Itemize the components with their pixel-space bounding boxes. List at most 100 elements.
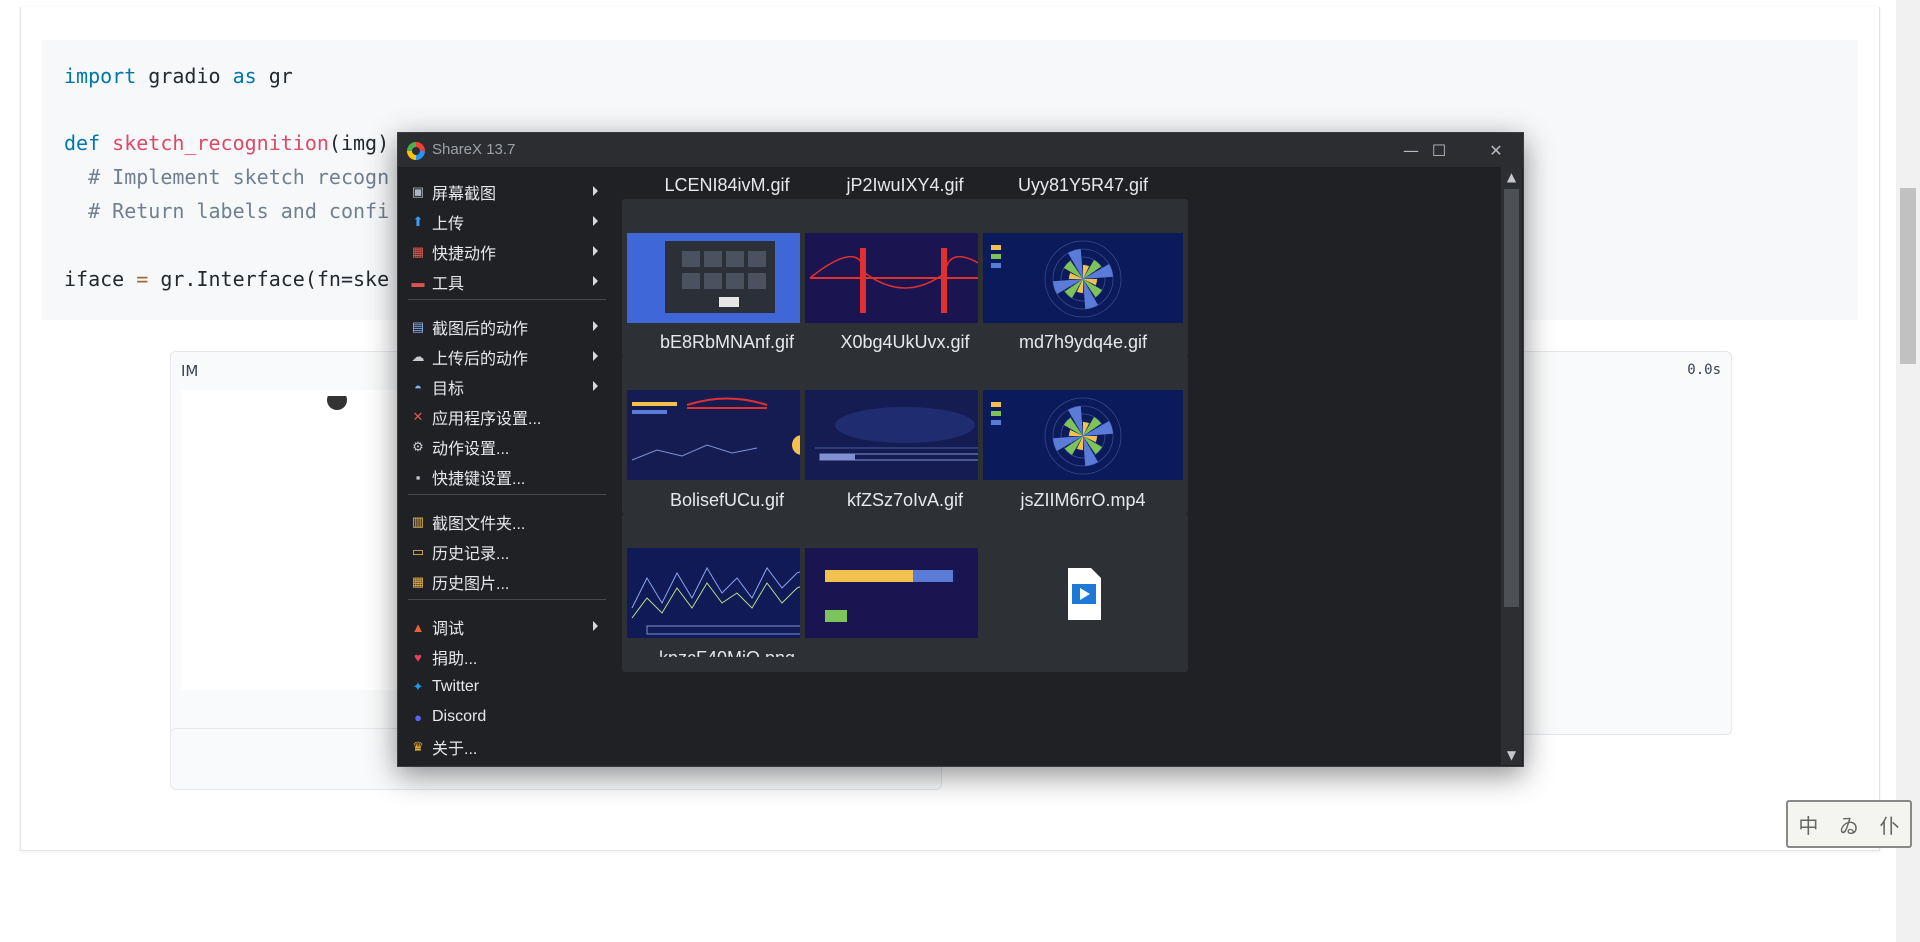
menu-item-label: 历史图片...	[432, 576, 510, 593]
menu-separator	[408, 599, 606, 600]
history-icon: ▭	[411, 544, 425, 559]
screenshots-folder-icon: ▥	[411, 514, 425, 529]
menu-item[interactable]: ▪ 快捷键设置...	[398, 462, 610, 492]
scroll-up-icon[interactable]: ▲	[1501, 167, 1522, 187]
map-preview-image	[805, 390, 1005, 480]
menu-item-label: 上传后的动作	[432, 351, 529, 368]
screenshot-icon: ▣	[411, 184, 425, 199]
main-menu: ▣ 屏幕截图 ⬆ 上传 ▦ 快捷动作 ▬ 工具 ▤ 截图后的动作 ☁ 上传后的动作 ◓ 目标 ✕ 应用程序设置…	[398, 167, 610, 765]
menu-item[interactable]: ▭ 历史记录...	[398, 537, 610, 567]
heart-icon: ♥	[414, 649, 422, 665]
thumbnail-item[interactable]: jsZIIM6rrO.mp4	[978, 482, 1188, 672]
thumbnail-filename: Uyy81Y5R47.gif	[1017, 175, 1149, 195]
submenu-arrow-icon	[593, 276, 598, 286]
stamp-char: 仆	[1879, 813, 1900, 838]
menu-item-label: 应用程序设置...	[432, 411, 542, 428]
brush-dot	[327, 396, 347, 410]
menu-item[interactable]: ▬ 工具	[398, 267, 610, 297]
input-method-stamp[interactable]: 中 ゐ 仆	[1786, 800, 1912, 848]
code-line-comment-2: # Return labels and confi	[64, 199, 390, 223]
window-title: ShareX 13.7	[432, 141, 516, 158]
menu-item-label: 目标	[432, 381, 465, 398]
menu-separator	[408, 299, 606, 300]
menu-item[interactable]: ✦ Twitter	[398, 672, 610, 702]
menu-item-label: Discord	[432, 708, 487, 725]
hbar-preview-image	[805, 548, 1005, 638]
debug-icon: ▲	[411, 619, 425, 635]
menu-item[interactable]: ▣ 屏幕截图	[398, 177, 610, 207]
menu-item[interactable]: ▦ 快捷动作	[398, 237, 610, 267]
image-history-icon: ▦	[411, 574, 425, 589]
scrollbar-thumb[interactable]	[1504, 189, 1519, 607]
close-button[interactable]: ✕	[1468, 133, 1524, 167]
quick-actions-icon: ▦	[411, 244, 425, 259]
page-scroll-thumb[interactable]	[1900, 188, 1916, 364]
menu-item[interactable]: ♛ 关于...	[398, 732, 610, 762]
rose-preview-image	[983, 390, 1183, 480]
after-upload-icon: ☁	[411, 349, 425, 364]
maximize-button[interactable]: ☐	[1411, 133, 1467, 167]
menu-item[interactable]: ▦ 历史图片...	[398, 567, 610, 597]
thumbnail-grid: LCENI84ivM.gif jP2IwuIXY4.gif Uyy81Y5R47.g…	[610, 167, 1500, 765]
menu-item-label: 快捷键设置...	[432, 471, 526, 488]
crown-icon: ♛	[412, 739, 424, 754]
line-preview-image	[627, 548, 827, 638]
menu-item-label: 工具	[432, 276, 465, 293]
titlebar[interactable]: ShareX 13.7 — ☐ ✕	[398, 133, 1523, 167]
menu-item[interactable]: ◓ 目标	[398, 372, 610, 402]
scroll-down-icon[interactable]: ▼	[1501, 745, 1522, 765]
task-settings-icon: ⚙	[412, 439, 424, 454]
elapsed-time: 0.0s	[1687, 362, 1721, 378]
menu-item-label: 屏幕截图	[432, 186, 497, 203]
menu-item-label: 动作设置...	[432, 441, 510, 458]
submenu-arrow-icon	[593, 216, 598, 226]
menu-item-label: 捐助...	[432, 651, 478, 668]
upload-icon: ⬆	[412, 214, 424, 229]
menu-item[interactable]: ⬆ 上传	[398, 207, 610, 237]
video-preview-image	[1068, 568, 1101, 620]
after-capture-icon: ▤	[411, 319, 425, 334]
destinations-icon: ◓	[414, 379, 422, 395]
sharex-window: ShareX 13.7 — ☐ ✕ ▣ 屏幕截图 ⬆ 上传 ▦ 快捷动作 ▬ 工具 ▤ 截图后的动…	[397, 132, 1524, 767]
thumbnail-scrollbar[interactable]: ▲ ▼	[1501, 167, 1522, 765]
submenu-arrow-icon	[593, 351, 598, 361]
thumbnail-filename: jsZIIM6rrO.mp4	[1020, 490, 1146, 510]
code-line-iface: iface = gr.Interface(fn=ske	[64, 267, 390, 291]
menu-item[interactable]: ▤ 截图后的动作	[398, 312, 610, 342]
menu-item[interactable]: ✕ 应用程序设置...	[398, 402, 610, 432]
bridge-preview-image	[805, 233, 1005, 323]
stamp-char: 中	[1798, 813, 1819, 838]
rose-preview-image	[983, 233, 1183, 323]
stamp-char: ゐ	[1838, 813, 1859, 838]
menu-item[interactable]: ⚙ 动作设置...	[398, 432, 610, 462]
code-line-comment-1: # Implement sketch recogn	[64, 165, 390, 189]
menu-item-label: 历史记录...	[432, 546, 510, 563]
dashboard-preview-image	[627, 390, 827, 480]
thumbnail-preview[interactable]	[978, 514, 1188, 672]
submenu-arrow-icon	[593, 186, 598, 196]
menu-item-label: 上传	[432, 216, 465, 233]
desktop-preview-image	[627, 233, 827, 323]
menu-item-label: 关于...	[432, 741, 478, 758]
code-line-def: def sketch_recognition(img)	[64, 131, 390, 155]
menu-item-label: 截图文件夹...	[432, 516, 526, 533]
image-input-label: IM	[181, 362, 199, 380]
app-settings-icon: ✕	[412, 409, 424, 424]
code-line-import: import gradio as gr	[64, 64, 293, 88]
thumbnail-filename: md7h9ydq4e.gif	[1018, 332, 1148, 352]
menu-item[interactable]: ☁ 上传后的动作	[398, 342, 610, 372]
menu-item-label: 快捷动作	[432, 246, 497, 263]
submenu-arrow-icon	[593, 381, 598, 391]
submenu-arrow-icon	[593, 621, 598, 631]
twitter-icon: ✦	[412, 679, 424, 694]
menu-item-label: 截图后的动作	[432, 321, 529, 338]
menu-item[interactable]: ▥ 截图文件夹...	[398, 507, 610, 537]
tools-icon: ▬	[411, 274, 425, 290]
discord-icon: ●	[414, 709, 422, 725]
menu-item[interactable]: ♥ 捐助...	[398, 642, 610, 672]
menu-item[interactable]: ▲ 调试	[398, 612, 610, 642]
submenu-arrow-icon	[593, 321, 598, 331]
menu-item-label: Twitter	[432, 678, 480, 695]
menu-item[interactable]: ● Discord	[398, 702, 610, 732]
sharex-logo-icon	[407, 142, 425, 160]
